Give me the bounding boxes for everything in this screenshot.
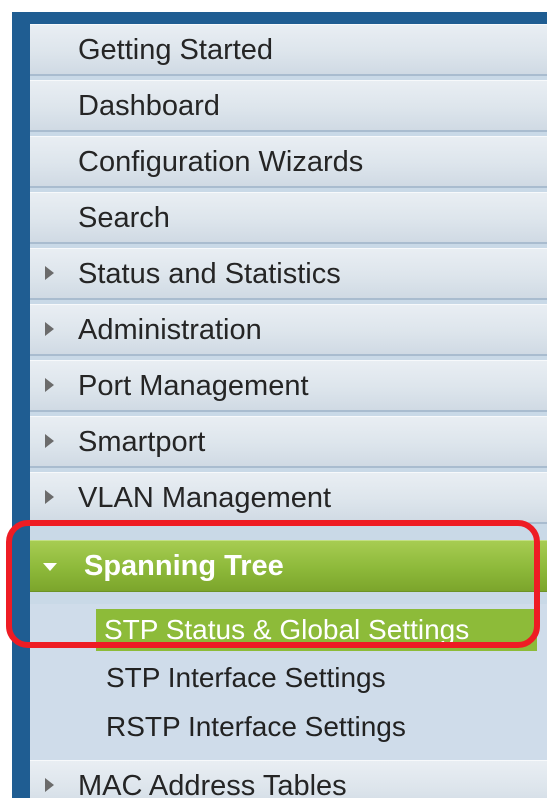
menu-item-label: VLAN Management [78,482,332,514]
menu-item-label: Getting Started [78,34,274,66]
menu-item-label: MAC Address Tables [78,770,347,798]
menu-item-configuration-wizards[interactable]: Configuration Wizards [30,136,547,188]
menu-item-mac-address-tables[interactable]: MAC Address Tables [30,760,547,798]
menu-item-label: Spanning Tree [84,550,284,582]
menu-item-label: Search [78,202,170,234]
menu-item-port-management[interactable]: Port Management [30,360,547,412]
expand-arrow-icon [45,434,54,448]
menu-item-label: Smartport [78,426,206,458]
menu-item-smartport[interactable]: Smartport [30,416,547,468]
menu-item-label: Port Management [78,370,309,402]
menu-item-administration[interactable]: Administration [30,304,547,356]
menu-item-status-and-statistics[interactable]: Status and Statistics [30,248,547,300]
menu-item-getting-started[interactable]: Getting Started [30,24,547,76]
navigation-menu: Getting Started Dashboard Configuration … [30,24,547,798]
menu-item-label: Status and Statistics [78,258,341,290]
menu-item-vlan-management[interactable]: VLAN Management [30,472,547,524]
collapse-arrow-icon [43,563,57,571]
expand-arrow-icon [45,378,54,392]
menu-item-spanning-tree[interactable]: Spanning Tree [30,540,547,592]
menu-item-dashboard[interactable]: Dashboard [30,80,547,132]
submenu-item-stp-interface-settings[interactable]: STP Interface Settings [100,657,392,699]
menu-item-label: Administration [78,314,262,346]
submenu-item-rstp-interface-settings[interactable]: RSTP Interface Settings [100,706,412,748]
expand-arrow-icon [45,266,54,280]
navigation-panel: Getting Started Dashboard Configuration … [12,12,547,798]
menu-item-label: Configuration Wizards [78,146,364,178]
menu-item-label: Dashboard [78,90,220,122]
menu-item-search[interactable]: Search [30,192,547,244]
expand-arrow-icon [45,778,54,792]
submenu-item-stp-status-global-settings[interactable]: STP Status & Global Settings [96,609,537,651]
spanning-tree-submenu: STP Status & Global Settings STP Interfa… [30,604,547,766]
expand-arrow-icon [45,490,54,504]
expand-arrow-icon [45,322,54,336]
